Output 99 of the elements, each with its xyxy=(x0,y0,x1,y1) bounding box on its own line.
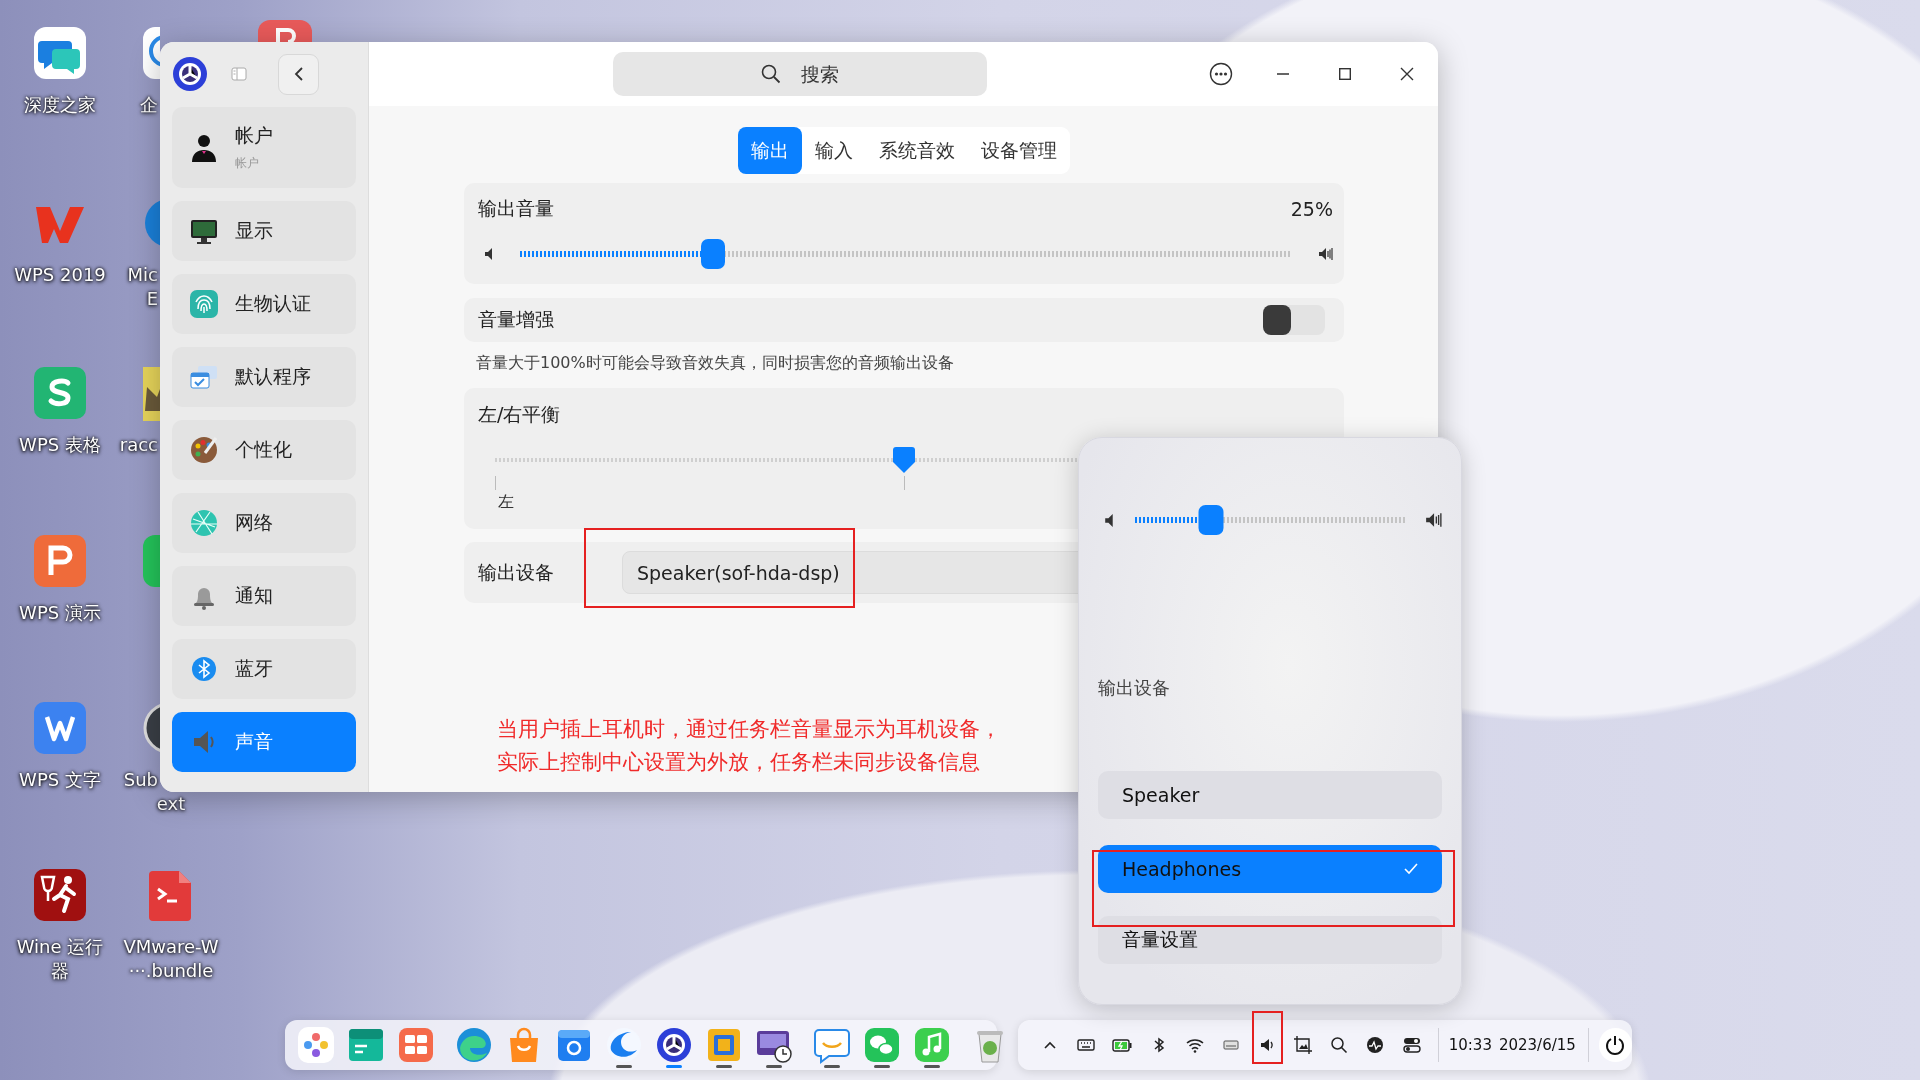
app-icon[interactable] xyxy=(32,867,88,923)
tab[interactable]: 系统音效 xyxy=(866,127,968,174)
app-icon xyxy=(455,1026,493,1064)
clock-date: 2023/6/15 xyxy=(1498,1036,1576,1054)
item-label: 默认程序 xyxy=(235,364,311,389)
running-indicator xyxy=(874,1065,890,1068)
item-label: 个性化 xyxy=(235,437,292,462)
app-icon[interactable] xyxy=(32,25,88,81)
app-icon xyxy=(705,1026,743,1064)
item-label: 声音 xyxy=(235,729,273,754)
icon-label: WPS 2019 xyxy=(14,263,106,287)
sidebar-item[interactable]: 生物认证 xyxy=(172,274,356,334)
volume-high-icon xyxy=(1425,512,1442,528)
icon-label: 深度之家 xyxy=(24,93,96,117)
highlight-box xyxy=(1252,1011,1283,1064)
sidebar-item[interactable]: 蓝牙 xyxy=(172,639,356,699)
power-button[interactable] xyxy=(1598,1028,1633,1062)
icon-label: racc xyxy=(118,433,158,457)
app-icon xyxy=(397,1026,435,1064)
device-option[interactable]: Speaker xyxy=(1098,771,1442,819)
close-icon xyxy=(1400,67,1414,81)
search-icon xyxy=(761,64,781,84)
slider-thumb[interactable] xyxy=(893,447,915,473)
item-subtitle: 帐户 xyxy=(235,155,260,172)
sidebar-toggle-icon[interactable] xyxy=(231,66,247,82)
icon-label: Wine 运行 器 xyxy=(16,935,104,983)
icon-label: Mic xyxy=(126,263,158,287)
icon-label: WPS 文字 xyxy=(19,768,101,792)
sidebar-item[interactable]: 通知 xyxy=(172,566,356,626)
sidebar-item[interactable]: 默认程序 xyxy=(172,347,356,407)
icon-label: E xyxy=(145,287,158,311)
clock-time: 10:33 xyxy=(1448,1036,1492,1054)
volume-reading: 25% xyxy=(1290,198,1333,220)
running-indicator xyxy=(716,1065,732,1068)
section-heading: 输出设备 xyxy=(1098,676,1171,700)
device-option[interactable]: Headphones xyxy=(1098,845,1442,893)
hint-text: 音量大于100%时可能会导致音效失真，同时损害您的音频输出设备 xyxy=(476,353,955,374)
running-indicator xyxy=(824,1065,840,1068)
icon-label: VMware-W ···.bundle xyxy=(123,935,219,983)
slider-thumb[interactable] xyxy=(701,239,725,269)
maximize-icon xyxy=(1339,68,1351,80)
sidebar-item[interactable]: 显示 xyxy=(172,201,356,261)
setting-label: 输出设备 xyxy=(478,559,555,585)
more-icon xyxy=(1209,62,1233,86)
setting-label: 左/右平衡 xyxy=(478,402,562,427)
screenshot-icon[interactable] xyxy=(1293,1035,1314,1055)
sidebar-item[interactable]: 个性化 xyxy=(172,420,356,480)
icon-label: Sub xyxy=(122,768,158,792)
tab[interactable]: 输出 xyxy=(738,127,802,174)
icon-label: ext xyxy=(155,792,187,816)
minimize-icon xyxy=(1277,73,1289,75)
power-icon xyxy=(1604,1034,1627,1056)
fingerprint-icon xyxy=(188,288,220,320)
app-icon xyxy=(297,1026,335,1064)
toggle-switch[interactable] xyxy=(1263,305,1325,335)
back-button[interactable] xyxy=(278,53,319,95)
running-indicator xyxy=(616,1065,632,1068)
setting-label: 输出音量 xyxy=(478,196,554,221)
chevron-left-icon xyxy=(292,66,305,82)
item-label: 显示 xyxy=(235,218,273,243)
icon-label: WPS 演示 xyxy=(19,601,101,625)
app-icon[interactable] xyxy=(32,700,88,756)
icon-label: WPS 表格 xyxy=(19,433,101,457)
volume-low-icon xyxy=(484,247,494,261)
gauge-icon[interactable] xyxy=(1365,1035,1386,1055)
item-label: 生物认证 xyxy=(235,291,311,316)
running-indicator xyxy=(666,1065,682,1068)
setting-label: 音量增强 xyxy=(478,307,554,332)
palette-icon xyxy=(188,434,220,466)
search-icon[interactable] xyxy=(1329,1035,1350,1055)
globe-icon xyxy=(188,507,220,539)
icon-label: 企 xyxy=(139,93,158,117)
annotation-text: 当用户插上耳机时，通过任务栏音量显示为耳机设备， 实际上控制中心设置为外放，任务栏未同步设备信息 xyxy=(497,716,1002,776)
scale-label: 左 xyxy=(498,492,515,513)
tab[interactable]: 输入 xyxy=(802,127,866,174)
running-indicator xyxy=(766,1065,782,1068)
sidebar-item[interactable]: 声音 xyxy=(172,712,356,772)
app-icon xyxy=(655,1026,693,1064)
item-label: 网络 xyxy=(235,510,273,535)
item-label: 通知 xyxy=(235,583,273,608)
app-icon[interactable] xyxy=(258,20,312,42)
item-label: 蓝牙 xyxy=(235,656,273,681)
tab[interactable]: 设备管理 xyxy=(968,127,1070,174)
app-icon xyxy=(347,1026,385,1064)
app-icon xyxy=(913,1026,951,1064)
sidebar-item[interactable]: 网络 xyxy=(172,493,356,553)
toggles-icon[interactable] xyxy=(1401,1035,1422,1055)
search-field[interactable]: 搜索 xyxy=(613,52,987,96)
sidebar-item[interactable]: 帐户 帐户 xyxy=(172,107,356,188)
volume-high-icon xyxy=(1318,247,1333,261)
gear-icon[interactable] xyxy=(172,56,208,92)
running-indicator xyxy=(924,1065,940,1068)
item-label: 帐户 xyxy=(235,123,273,148)
check-icon xyxy=(1404,863,1418,875)
volume-low-icon xyxy=(1104,512,1115,528)
slider-thumb[interactable] xyxy=(1198,505,1224,535)
settings-button[interactable]: 音量设置 xyxy=(1098,916,1442,964)
app-icon xyxy=(863,1026,901,1064)
app-icon xyxy=(813,1026,851,1064)
